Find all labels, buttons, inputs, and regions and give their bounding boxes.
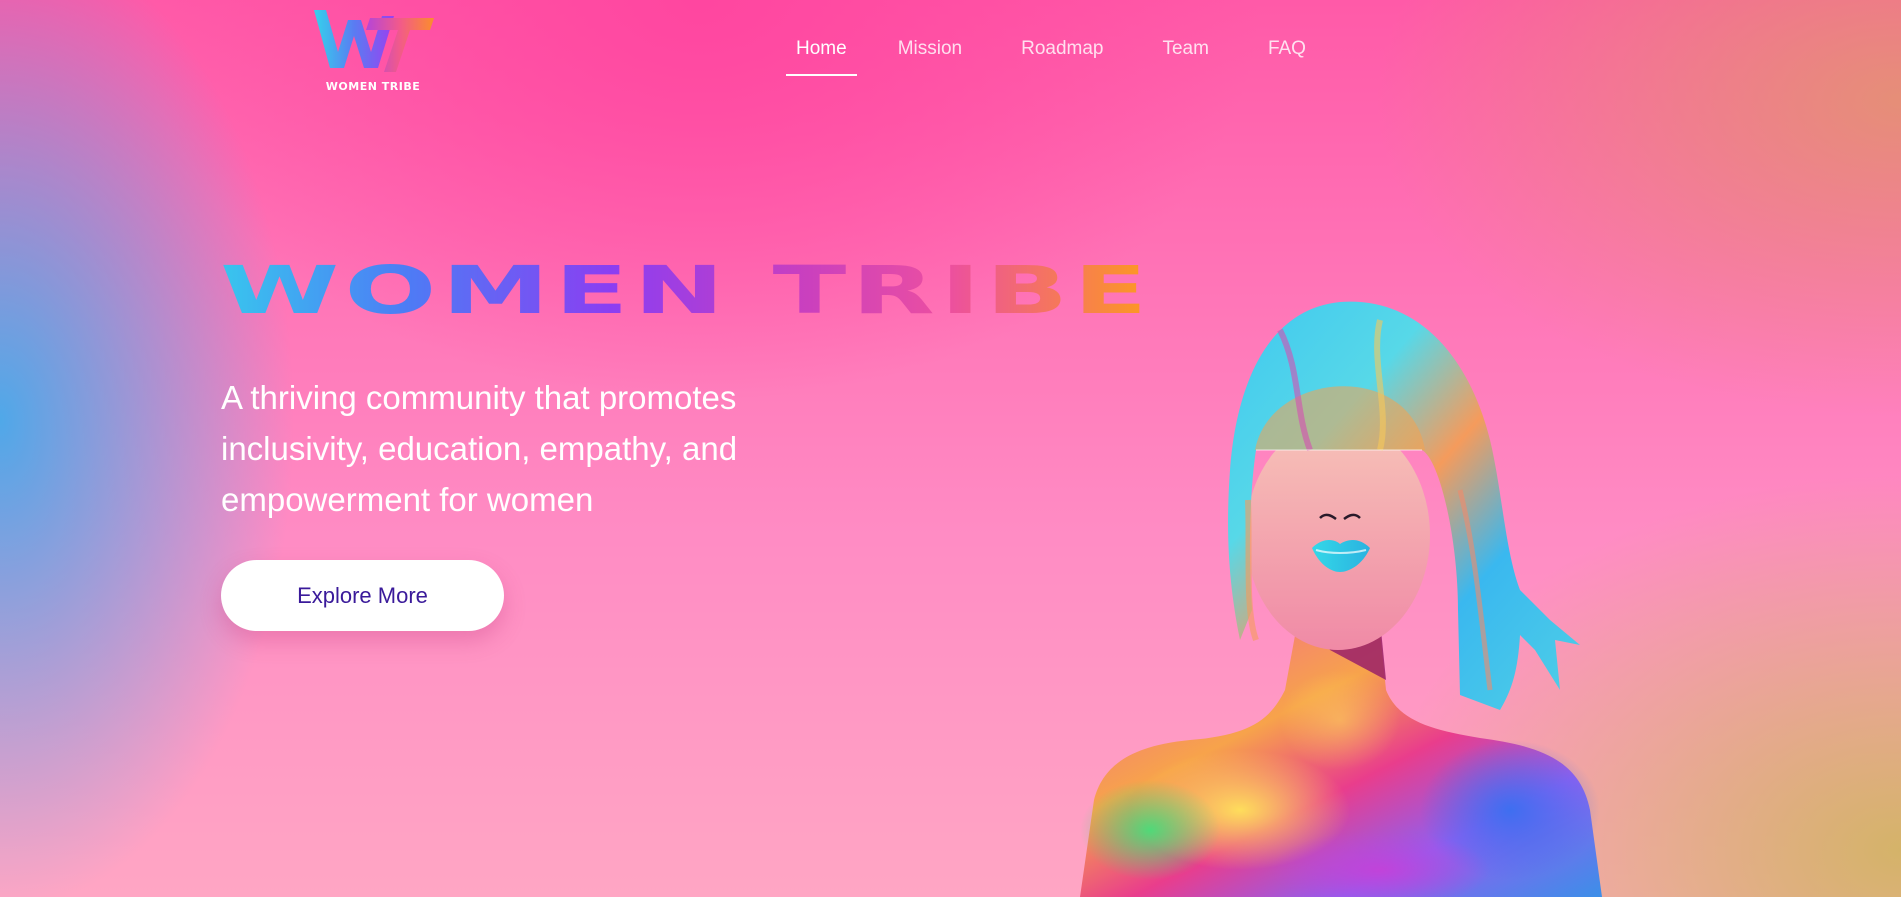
nav-mission[interactable]: Mission bbox=[898, 36, 962, 76]
logo-wordmark: WOMEN TRIBE bbox=[325, 80, 421, 93]
main-nav: Home Mission Roadmap Team FAQ bbox=[786, 36, 1306, 76]
nav-roadmap[interactable]: Roadmap bbox=[1021, 36, 1103, 76]
wt-monogram-icon bbox=[314, 10, 434, 72]
brand-logo[interactable]: WOMEN TRIBE bbox=[308, 6, 438, 93]
hero-title: WOMEN TRIBE bbox=[220, 250, 1153, 332]
nav-team[interactable]: Team bbox=[1162, 36, 1208, 76]
explore-more-button[interactable]: Explore More bbox=[221, 560, 504, 631]
colorful-woman-portrait-icon bbox=[1080, 301, 1602, 897]
landing-page: WOMEN TRIBE Home Mission Roadmap Team FA… bbox=[0, 0, 1901, 897]
nav-faq[interactable]: FAQ bbox=[1268, 36, 1306, 76]
nav-home[interactable]: Home bbox=[786, 36, 857, 76]
hero-tagline: A thriving community that promotes inclu… bbox=[221, 379, 738, 518]
